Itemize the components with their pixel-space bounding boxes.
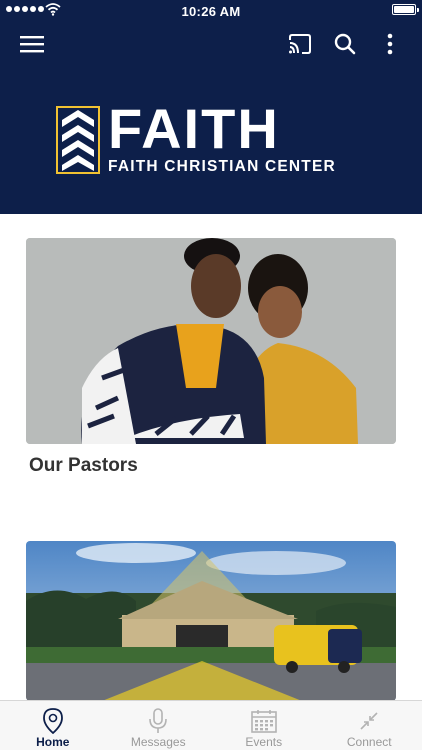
tab-connect[interactable]: Connect xyxy=(317,701,422,750)
logo-subtitle: FAITH CHRISTIAN CENTER xyxy=(108,158,336,175)
location-pin-icon xyxy=(39,707,67,735)
microphone-icon xyxy=(144,707,172,735)
search-icon[interactable] xyxy=(329,28,361,60)
church-logo: FAITH FAITH CHRISTIAN CENTER xyxy=(56,97,368,176)
tab-events[interactable]: Events xyxy=(211,701,317,750)
status-time: 10:26 AM xyxy=(181,4,241,19)
logo-wordmark: FAITH xyxy=(108,97,280,160)
more-vertical-icon[interactable] xyxy=(374,28,406,60)
church-card-image[interactable] xyxy=(26,541,396,700)
tab-label-events: Events xyxy=(245,735,283,749)
tab-label-connect: Connect xyxy=(346,735,392,749)
connect-arrows-icon xyxy=(355,707,383,735)
chevron-logo-icon xyxy=(56,106,100,174)
pastors-photo xyxy=(26,238,396,444)
church-building-photo xyxy=(26,541,396,700)
calendar-icon xyxy=(250,707,278,735)
cast-icon[interactable] xyxy=(284,28,316,60)
status-bar: 10:26 AM xyxy=(0,0,422,22)
bottom-tab-bar: Home Messages Events Connect xyxy=(0,700,422,750)
home-feed[interactable]: Our Pastors xyxy=(0,214,422,700)
card-title-our-pastors[interactable]: Our Pastors xyxy=(29,455,138,477)
header: 10:26 AM FAITH FAITH CHRISTIAN CENTER xyxy=(0,0,422,214)
top-nav xyxy=(0,28,422,60)
tab-label-home: Home xyxy=(36,735,70,749)
tab-label-messages: Messages xyxy=(130,735,186,749)
pastors-card-image[interactable] xyxy=(26,238,396,444)
battery-icon xyxy=(392,4,419,15)
tab-home[interactable]: Home xyxy=(0,701,106,750)
tab-messages[interactable]: Messages xyxy=(106,701,212,750)
menu-icon[interactable] xyxy=(16,28,48,60)
